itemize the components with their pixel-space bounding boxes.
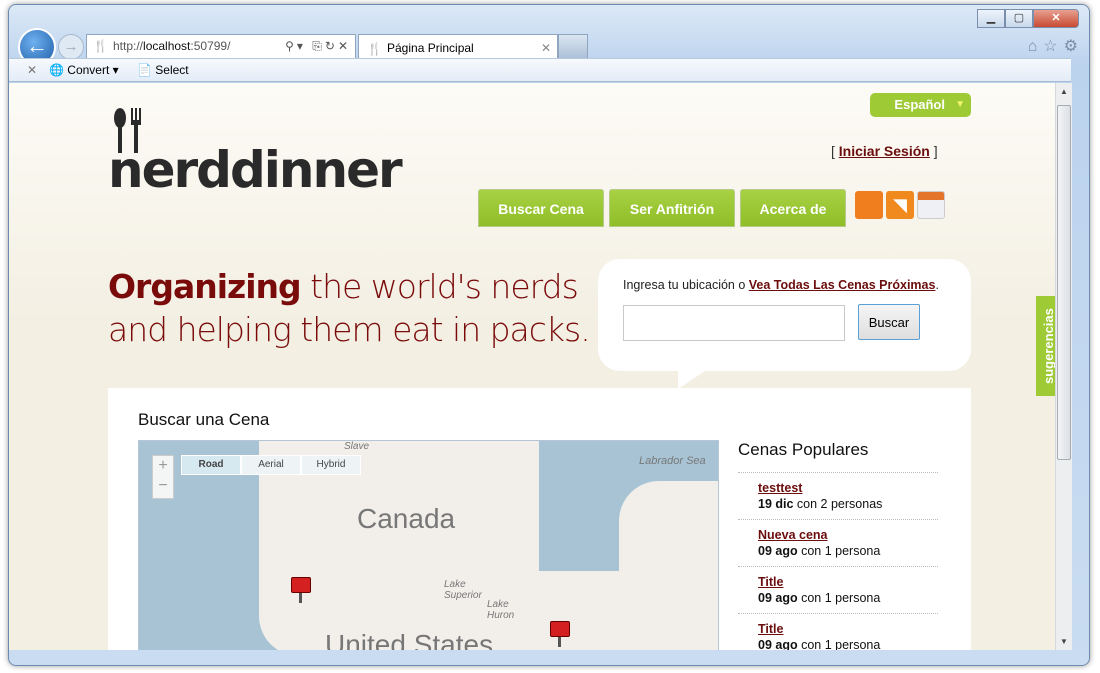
period: . (935, 278, 939, 292)
scroll-up-icon[interactable]: ▲ (1060, 87, 1068, 96)
dinner-date: 09 ago (758, 638, 798, 650)
tab-title: Página Principal (387, 41, 474, 55)
map-label-superior: Lake Superior (444, 579, 482, 601)
feed-icons: ◥ (855, 191, 945, 219)
popular-title: Cenas Populares (738, 440, 869, 459)
scroll-down-icon[interactable]: ▼ (1060, 637, 1068, 646)
page-content: Español ▼ nerddinner [ Iniciar Sesión ] B… (9, 83, 1055, 650)
hero-bold: Organizing (108, 267, 302, 306)
tab-favicon: 🍴 (367, 42, 382, 56)
list-item: testtest 19 dic con 2 personas (738, 472, 938, 519)
maximize-button[interactable]: ▢ (1005, 9, 1033, 28)
map-type-hybrid[interactable]: Hybrid (301, 455, 361, 475)
forward-button[interactable]: → (58, 34, 84, 60)
zoom-controls[interactable]: + − (152, 455, 174, 499)
dinner-link[interactable]: Title (758, 574, 938, 590)
prompt-text: Ingresa tu ubicación o (623, 278, 749, 292)
list-item: Title 09 ago con 1 persona (738, 613, 938, 650)
dinner-date: 19 dic (758, 497, 794, 511)
search-bubble: Ingresa tu ubicación o Vea Todas Las Cen… (598, 259, 971, 389)
command-bar: ✕ 🌐 Convert ▾ 📄 Select (9, 58, 1071, 82)
convert-button[interactable]: 🌐 Convert ▾ (49, 59, 119, 81)
map-pin-icon[interactable] (550, 621, 570, 649)
nav-acerca-de[interactable]: Acerca de (740, 189, 846, 227)
map-label-canada: Canada (357, 503, 456, 534)
url-suffix: :50799/ (190, 39, 231, 53)
list-feed-icon[interactable] (855, 191, 883, 219)
map-label-us: United States (325, 629, 494, 650)
location-input[interactable] (623, 305, 845, 341)
dinner-link[interactable]: Title (758, 621, 938, 637)
zoom-in-icon[interactable]: + (153, 456, 173, 476)
url-prefix: http:// (113, 39, 144, 53)
zoom-out-icon[interactable]: − (153, 476, 173, 496)
map-type-road[interactable]: Road (181, 455, 241, 475)
nerddinner-logo: nerddinner (108, 141, 403, 199)
url-host: localhost (143, 39, 191, 53)
language-dropdown[interactable]: Español ▼ (870, 93, 971, 117)
minimize-button[interactable]: ▁ (977, 9, 1005, 28)
bracket-open: [ (831, 143, 835, 159)
close-toolbar-icon[interactable]: ✕ (27, 59, 37, 81)
address-bar[interactable]: 🍴 http://localhost:50799/ ⚲▾ ⎘↻✕ (86, 34, 356, 59)
dinner-date: 09 ago (758, 591, 798, 605)
calendar-icon[interactable] (917, 191, 945, 219)
map-pin-icon[interactable] (291, 577, 311, 605)
close-button[interactable]: ✕ (1033, 9, 1079, 28)
select-button[interactable]: 📄 Select (137, 59, 189, 81)
map-type-aerial[interactable]: Aerial (241, 455, 301, 475)
all-dinners-link[interactable]: Vea Todas Las Cenas Próximas (749, 278, 936, 292)
list-item: Nueva cena 09 ago con 1 persona (738, 519, 938, 566)
login-link[interactable]: Iniciar Sesión (839, 143, 930, 159)
scroll-thumb[interactable] (1057, 105, 1071, 460)
feedback-tab[interactable]: sugerencias (1036, 296, 1055, 396)
popular-dinners: Cenas Populares testtest 19 dic con 2 per… (738, 440, 938, 650)
hero-line2: and helping them eat in packs. (108, 310, 591, 349)
search-prompt: Ingresa tu ubicación o Vea Todas Las Cen… (623, 278, 939, 292)
dinner-link[interactable]: Nueva cena (758, 527, 938, 543)
bracket-close: ] (933, 143, 938, 159)
rss-icon[interactable]: ◥ (886, 191, 914, 219)
dinner-date: 09 ago (758, 544, 798, 558)
main-nav: Buscar Cena Ser Anfitrión Acerca de (478, 189, 846, 227)
map-label-huron: Lake Huron (487, 599, 515, 621)
dinner-count: con 1 persona (801, 544, 881, 558)
language-label: Español (894, 97, 945, 112)
dropdown-arrow-icon: ▼ (955, 99, 965, 110)
dinner-count: con 1 persona (801, 591, 881, 605)
map-label-labrador: Labrador Sea (639, 455, 706, 467)
map[interactable]: Slave Labrador Sea Canada United States … (138, 440, 719, 650)
dinner-link[interactable]: testtest (758, 480, 938, 496)
map-label-slave: Slave (344, 441, 370, 452)
site-favicon: 🍴 (93, 39, 108, 53)
hero-line1: the world's nerds (300, 267, 579, 306)
nav-buscar-cena[interactable]: Buscar Cena (478, 189, 604, 227)
nav-ser-anfitrion[interactable]: Ser Anfitrión (609, 189, 735, 227)
new-tab-button[interactable] (558, 34, 588, 61)
vertical-scrollbar[interactable]: ▲ ▼ (1055, 83, 1072, 650)
address-tools-icons[interactable]: ⚲▾ ⎘↻✕ (285, 35, 351, 58)
login-area: [ Iniciar Sesión ] (831, 143, 938, 159)
search-button[interactable]: Buscar (858, 304, 920, 340)
list-item: Title 09 ago con 1 persona (738, 566, 938, 613)
section-title: Buscar una Cena (138, 410, 270, 429)
convert-label: Convert (67, 63, 110, 77)
dinner-count: con 1 persona (801, 638, 881, 650)
dinner-count: con 2 personas (796, 497, 883, 511)
select-label: Select (155, 63, 189, 77)
home-star-gear-icons[interactable]: ⌂☆⚙ (1028, 36, 1084, 56)
hero-tagline: Organizing the world's nerds and helping … (108, 265, 591, 351)
map-type-selector: Road Aerial Hybrid (181, 455, 361, 475)
main-panel: Buscar una Cena Slave Labrador Sea Canad… (108, 388, 971, 650)
